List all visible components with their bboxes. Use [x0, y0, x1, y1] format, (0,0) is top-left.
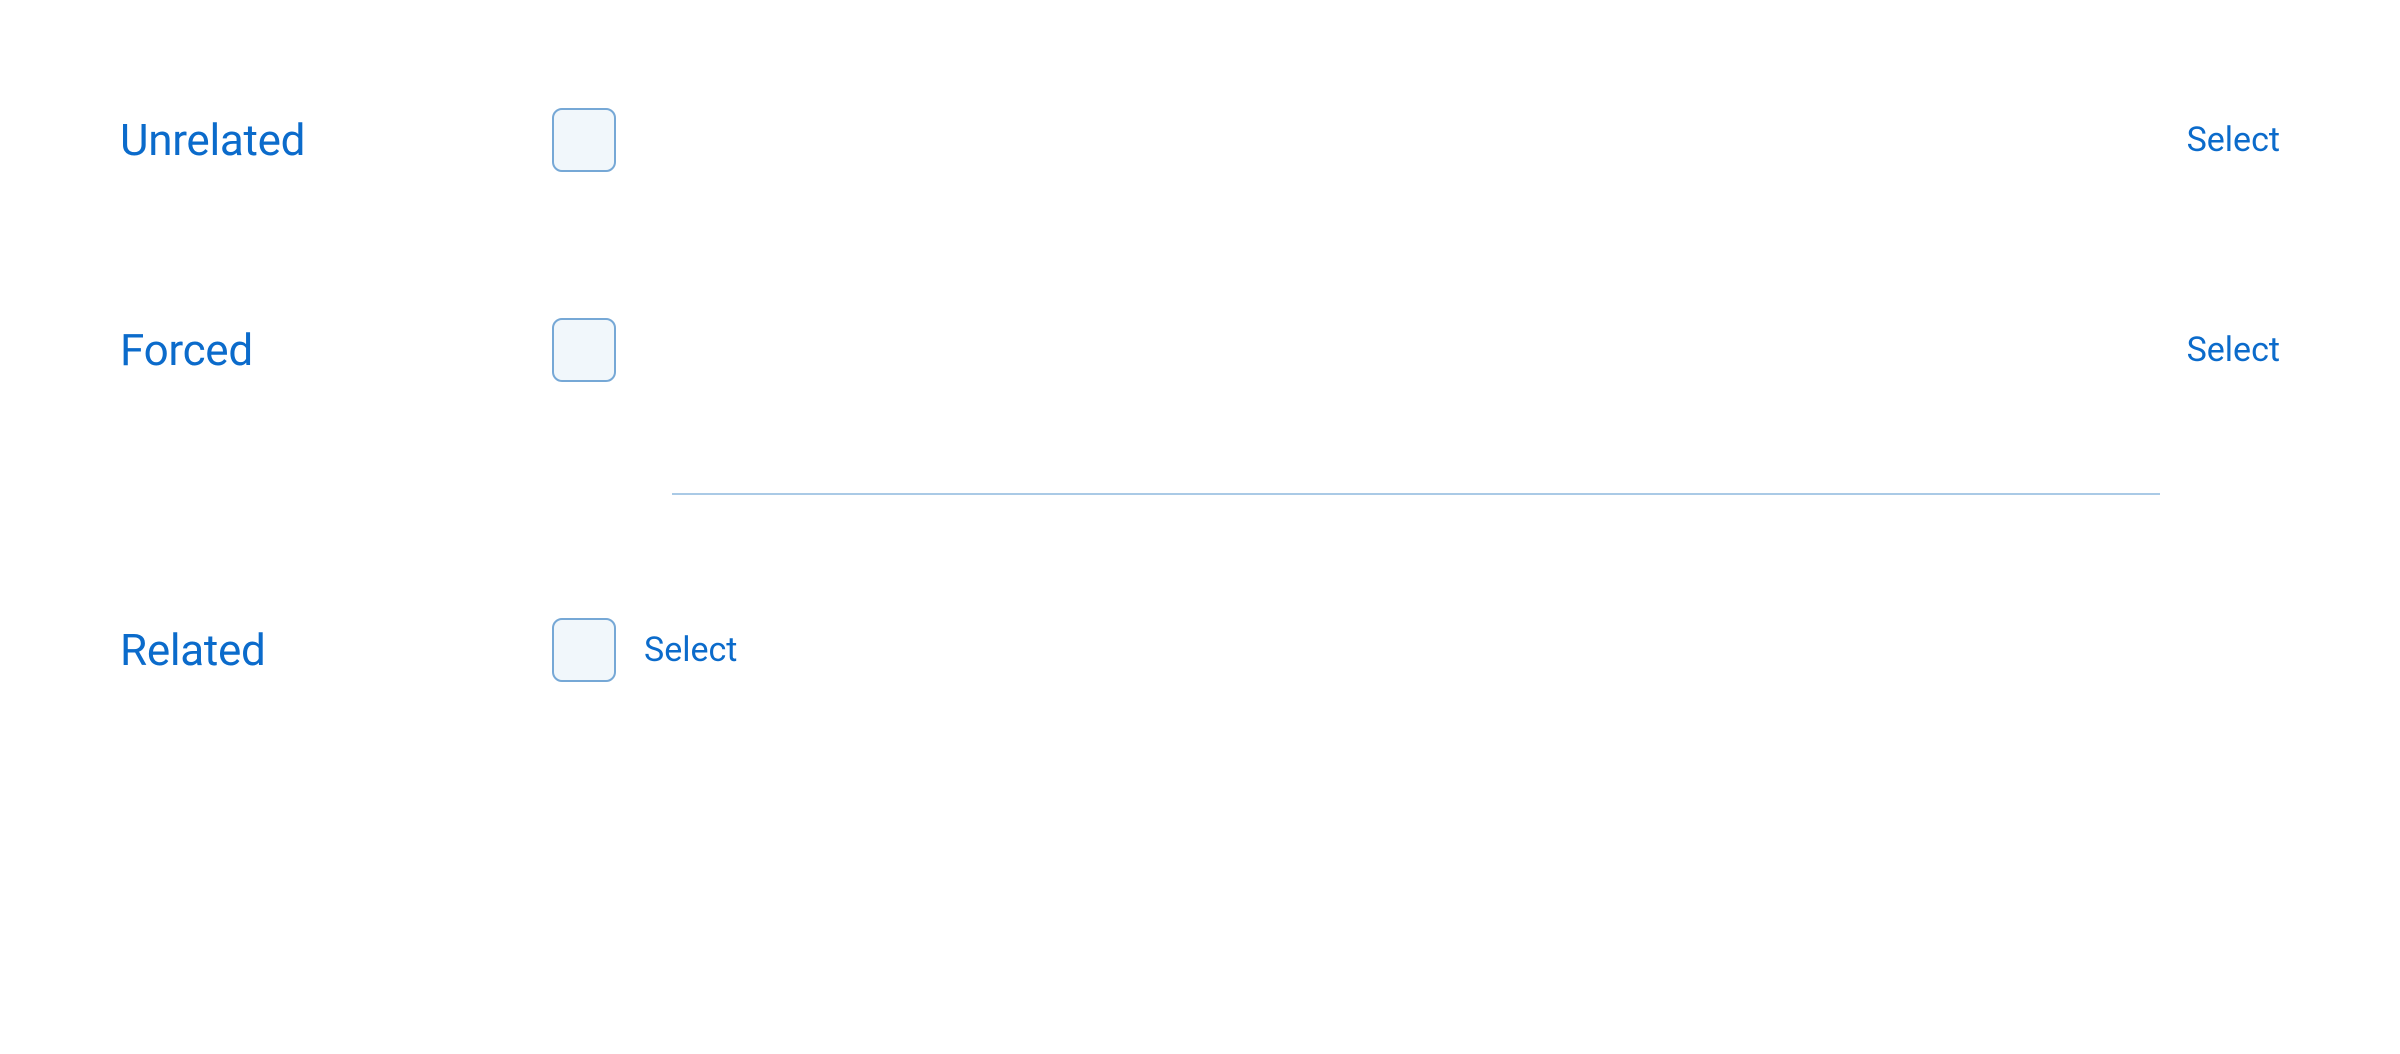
checkbox-unrelated[interactable]	[552, 108, 616, 172]
select-link-related[interactable]: Select	[644, 630, 737, 670]
checkbox-forced[interactable]	[552, 318, 616, 382]
label-column: Unrelated	[120, 75, 552, 205]
control-column: Select	[552, 75, 2280, 205]
label-related: Related	[120, 624, 266, 676]
row-related: Related Select	[120, 585, 2280, 795]
divider-line	[672, 493, 2160, 495]
form-container: Unrelated Select Forced Select Related S…	[0, 0, 2400, 795]
select-link-unrelated[interactable]: Select	[2187, 120, 2280, 160]
label-column: Related	[120, 585, 552, 715]
label-forced: Forced	[120, 324, 253, 376]
control-column: Select	[552, 585, 2280, 715]
row-forced: Forced Select	[120, 285, 2280, 495]
label-unrelated: Unrelated	[120, 114, 305, 166]
checkbox-related[interactable]	[552, 618, 616, 682]
label-column: Forced	[120, 285, 552, 415]
select-link-forced[interactable]: Select	[2187, 330, 2280, 370]
row-unrelated: Unrelated Select	[120, 75, 2280, 285]
control-column: Select	[552, 285, 2280, 415]
